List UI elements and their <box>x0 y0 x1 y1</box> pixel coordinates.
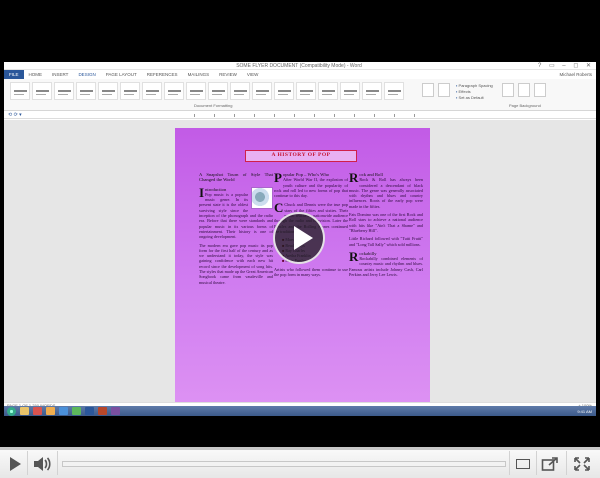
taskbar-clock: 9:41 AM <box>577 408 592 414</box>
volume-button[interactable] <box>32 455 52 473</box>
window-controls[interactable]: ? ▭ – ◻ ✕ <box>538 62 594 70</box>
watermark-button[interactable] <box>502 83 514 97</box>
colors-button[interactable] <box>422 83 434 97</box>
body-paragraph: Rockabilly combined elements of country … <box>349 256 423 278</box>
ribbon-tabs: FILE HOME INSERT DESIGN PAGE LAYOUT REFE… <box>4 70 596 80</box>
dropcap: R <box>349 170 359 185</box>
page-color-button[interactable] <box>518 83 530 97</box>
tab-insert[interactable]: INSERT <box>47 70 73 79</box>
video-player: SOME FLYER DOCUMENT (Compatibility Mode)… <box>0 0 600 478</box>
body-paragraph: Fats Domino was one of the first Rock an… <box>349 212 423 233</box>
set-as-default-option[interactable]: Set as Default <box>456 95 493 101</box>
body-paragraph: Rock & Roll has always been considered a… <box>349 177 423 209</box>
style-set-thumbnail[interactable] <box>54 82 74 100</box>
tab-mailings[interactable]: MAILINGS <box>183 70 215 79</box>
flyer-page[interactable]: A HISTORY OF POP A Snapshot Tourn of Sty… <box>175 128 430 408</box>
body-paragraph: Little Richard followed with "Tutti Frut… <box>349 236 423 247</box>
tab-references[interactable]: REFERENCES <box>142 70 183 79</box>
fullscreen-icon <box>574 457 590 471</box>
popout-icon <box>541 457 558 471</box>
popout-button[interactable] <box>540 455 560 473</box>
volume-icon <box>34 457 51 471</box>
control-divider <box>57 451 58 475</box>
dropcap: C <box>274 200 284 216</box>
start-button-icon[interactable] <box>7 406 16 416</box>
flyer-image[interactable] <box>251 186 273 209</box>
tab-file[interactable]: FILE <box>4 70 24 79</box>
control-divider <box>27 451 28 475</box>
window-title: SOME FLYER DOCUMENT (Compatibility Mode)… <box>236 63 362 69</box>
browser-icon[interactable] <box>33 407 42 415</box>
section-title: ockabilly <box>359 250 377 256</box>
fonts-button[interactable] <box>438 83 450 97</box>
style-set-thumbnail[interactable] <box>296 82 316 100</box>
tab-design[interactable]: DESIGN <box>73 70 101 80</box>
section-title: ock and Roll <box>359 172 383 177</box>
column-3: R ock and Roll Rock & Roll has always be… <box>349 170 423 280</box>
style-set-gallery <box>10 82 404 100</box>
style-set-thumbnail[interactable] <box>10 82 30 100</box>
style-set-thumbnail[interactable] <box>274 82 294 100</box>
tab-home[interactable]: HOME <box>24 70 48 79</box>
word-icon[interactable] <box>85 407 94 415</box>
style-set-thumbnail[interactable] <box>142 82 162 100</box>
group-label-document-formatting: Document Formatting <box>194 103 233 108</box>
flyer-heading: A HISTORY OF POP <box>245 150 357 162</box>
seek-bar[interactable] <box>62 461 506 467</box>
style-set-thumbnail[interactable] <box>186 82 206 100</box>
fullscreen-button[interactable] <box>572 455 592 473</box>
progress-bar[interactable] <box>0 447 600 450</box>
dropcap: P <box>274 170 282 185</box>
style-set-thumbnail[interactable] <box>32 82 52 100</box>
ribbon-body: Document Formatting Paragraph Spacing Ef… <box>4 79 596 111</box>
powerpoint-icon[interactable] <box>98 407 107 415</box>
outlook-icon[interactable] <box>59 407 68 415</box>
wide-mode-button[interactable] <box>513 455 533 473</box>
body-paragraph: After World War II, the explosion of you… <box>274 177 348 199</box>
control-divider <box>509 451 510 475</box>
section-title: ntroduction <box>205 186 227 192</box>
intro-subtitle: A Snapshot Tourn of Style That Changed t… <box>199 172 273 183</box>
style-set-thumbnail[interactable] <box>318 82 338 100</box>
dropcap: I <box>199 184 205 200</box>
play-icon <box>9 457 21 471</box>
control-divider <box>566 451 567 475</box>
tab-view[interactable]: VIEW <box>242 70 264 79</box>
tab-page-layout[interactable]: PAGE LAYOUT <box>101 70 142 79</box>
section-title: opular Pop – Who's Who <box>282 172 330 177</box>
style-set-thumbnail[interactable] <box>120 82 140 100</box>
windows-taskbar: 9:41 AM <box>4 406 596 416</box>
body-paragraph: The modern era gave pop music its pop fo… <box>199 242 273 285</box>
quick-access-toolbar[interactable]: ⟲ ⟳ ▾ <box>8 112 22 119</box>
style-set-thumbnail[interactable] <box>252 82 272 100</box>
style-set-thumbnail[interactable] <box>384 82 404 100</box>
folder-icon[interactable] <box>46 407 55 415</box>
wide-mode-icon <box>516 459 530 469</box>
user-name[interactable]: Michael Roberts <box>559 72 592 77</box>
control-divider <box>536 451 537 475</box>
excel-icon[interactable] <box>72 407 81 415</box>
body-paragraph: Artists who followed them continue to us… <box>274 266 348 278</box>
style-set-thumbnail[interactable] <box>340 82 360 100</box>
tab-review[interactable]: REVIEW <box>214 70 242 79</box>
group-label-page-background: Page Background <box>509 103 541 108</box>
page-borders-button[interactable] <box>534 83 546 97</box>
style-set-thumbnail[interactable] <box>208 82 228 100</box>
paragraph-options: Paragraph Spacing Effects Set as Default <box>456 83 493 101</box>
style-set-thumbnail[interactable] <box>164 82 184 100</box>
onenote-icon[interactable] <box>111 407 120 415</box>
style-set-thumbnail[interactable] <box>76 82 96 100</box>
style-set-thumbnail[interactable] <box>362 82 382 100</box>
horizontal-ruler <box>4 112 596 119</box>
style-set-thumbnail[interactable] <box>230 82 250 100</box>
big-play-button-icon[interactable] <box>273 212 325 264</box>
dropcap: R <box>349 248 359 264</box>
style-set-thumbnail[interactable] <box>98 82 118 100</box>
file-explorer-icon[interactable] <box>20 407 29 415</box>
play-button[interactable] <box>6 455 24 473</box>
column-1: A Snapshot Tourn of Style That Changed t… <box>199 172 273 288</box>
